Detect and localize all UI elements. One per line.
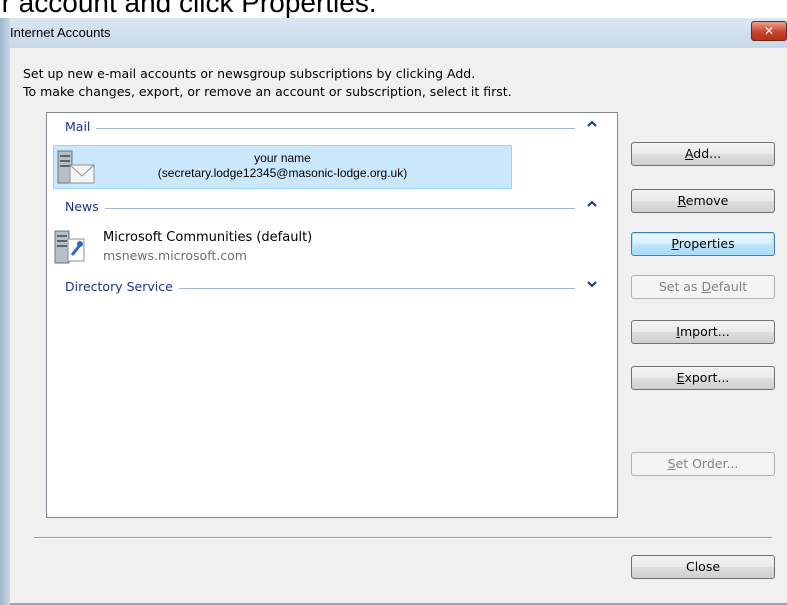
news-account-title: Microsoft Communities (default) [103, 230, 313, 245]
group-header-news[interactable]: News [47, 199, 617, 217]
window-frame-left [0, 18, 10, 605]
group-divider [65, 208, 575, 209]
add-button[interactable]: Add... [631, 142, 775, 166]
set-as-default-button[interactable]: Set as Default [631, 275, 775, 299]
mail-account-email: (secretary.lodge12345@masonic-lodge.org.… [157, 166, 408, 180]
group-header-directory-service[interactable]: Directory Service [47, 279, 617, 297]
group-header-mail[interactable]: Mail [47, 119, 617, 137]
expand-chevron-down-icon[interactable] [587, 280, 597, 291]
footer-separator [34, 537, 772, 539]
remove-button[interactable]: Remove [631, 189, 775, 213]
news-server-icon [54, 230, 85, 264]
collapse-chevron-up-icon[interactable] [587, 120, 597, 131]
collapse-chevron-up-icon[interactable] [587, 200, 597, 211]
group-label-news: News [65, 199, 105, 214]
instructions-line-1: Set up new e-mail accounts or newsgroup … [23, 66, 476, 81]
close-button[interactable]: Close [631, 555, 775, 579]
export-button[interactable]: Export... [631, 366, 775, 390]
accounts-list[interactable]: Mail your name (secretary.lodge12345@mas… [46, 112, 618, 518]
instructions: Set up new e-mail accounts or newsgroup … [23, 65, 512, 101]
import-button[interactable]: Import... [631, 320, 775, 344]
close-window-button[interactable]: ✕ [751, 21, 787, 41]
dialog-client-area: Set up new e-mail accounts or newsgroup … [10, 48, 787, 605]
caption-strip: ur account and click Properties. [0, 0, 787, 20]
properties-button[interactable]: Properties [631, 232, 775, 256]
news-account-host: msnews.microsoft.com [103, 248, 247, 263]
mail-account-name: your name [254, 151, 311, 165]
group-label-mail: Mail [65, 119, 97, 134]
title-bar[interactable]: Internet Accounts [10, 18, 787, 49]
set-order-button[interactable]: Set Order... [631, 452, 775, 476]
close-icon: ✕ [763, 24, 775, 38]
list-item-news-account[interactable]: Microsoft Communities (default) msnews.m… [53, 227, 513, 269]
list-item-mail-account[interactable]: your name (secretary.lodge12345@masonic-… [53, 145, 512, 189]
window-title: Internet Accounts [10, 25, 111, 40]
group-divider [65, 128, 575, 129]
caption-text: ur account and click Properties. [0, 0, 377, 18]
group-label-directory-service: Directory Service [65, 279, 179, 294]
instructions-line-2: To make changes, export, or remove an ac… [23, 84, 512, 99]
